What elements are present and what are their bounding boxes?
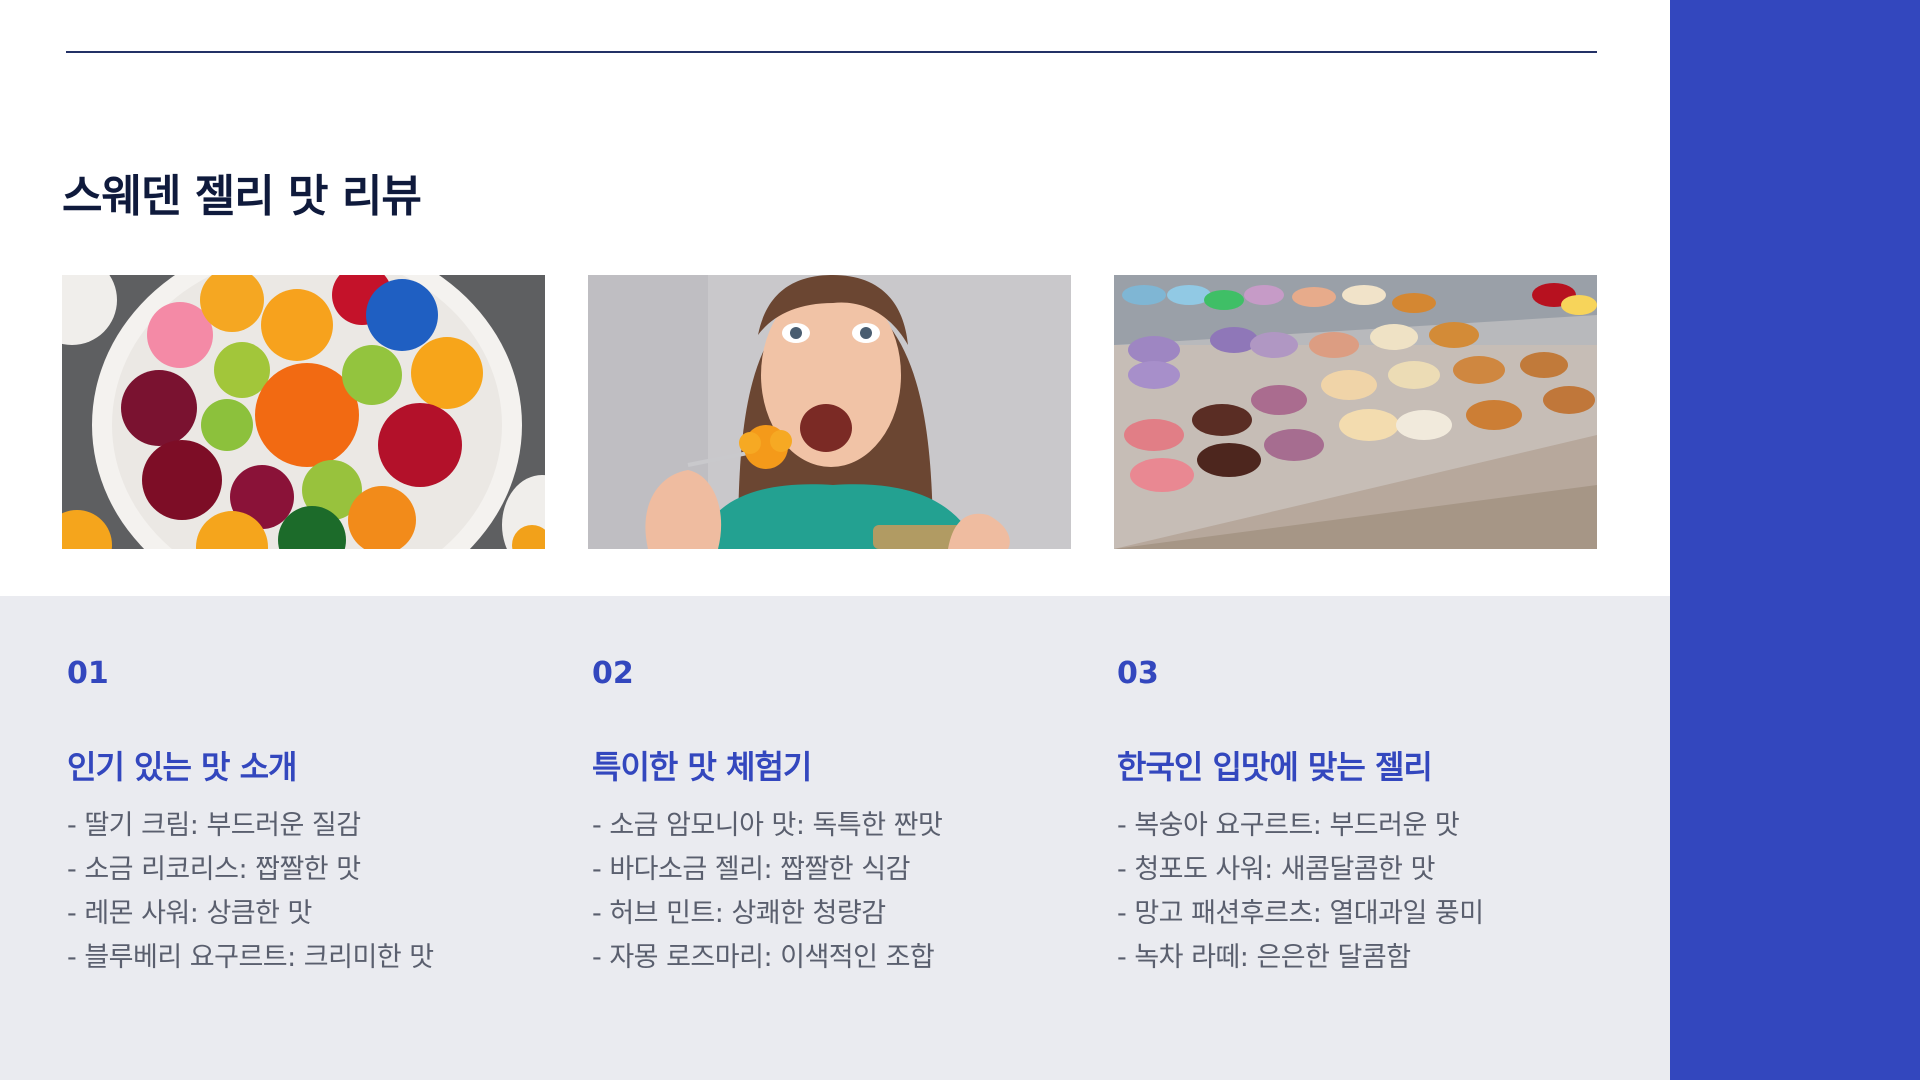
list-item: - 소금 리코리스: 짭짤한 맛 — [67, 854, 361, 885]
column-list: - 딸기 크림: 부드러운 질감 - 소금 리코리스: 짭짤한 맛 - 레몬 사… — [67, 804, 434, 980]
list-item: - 레몬 사워: 상큼한 맛 — [67, 898, 312, 929]
column-list: - 소금 암모니아 맛: 독특한 짠맛 - 바다소금 젤리: 짭짤한 식감 - … — [592, 804, 943, 980]
page-title: 스웨덴 젤리 맛 리뷰 — [62, 171, 422, 222]
accent-side-band — [1670, 0, 1920, 1080]
list-item: - 블루베리 요구르트: 크리미한 맛 — [67, 942, 434, 973]
slide: 스웨덴 젤리 맛 리뷰 01 인기 있는 맛 소개 - 딸기 크림: 부드러운 … — [0, 0, 1920, 1080]
column-heading: 한국인 입맛에 맞는 젤리 — [1117, 748, 1433, 786]
column-number: 03 — [1117, 656, 1159, 691]
column-list: - 복숭아 요구르트: 부드러운 맛 - 청포도 사워: 새콤달콤한 맛 - 망… — [1117, 804, 1484, 980]
list-item: - 바다소금 젤리: 짭짤한 식감 — [592, 854, 910, 885]
column-heading: 인기 있는 맛 소개 — [67, 748, 298, 786]
top-divider — [66, 51, 1597, 53]
column-number: 02 — [592, 656, 634, 691]
list-item: - 허브 민트: 상쾌한 청량감 — [592, 898, 886, 929]
list-item: - 자몽 로즈마리: 이색적인 조합 — [592, 942, 935, 973]
colorful-jelly-candies-plate-image — [62, 275, 545, 549]
column-number: 01 — [67, 656, 109, 691]
list-item: - 청포도 사워: 새콤달콤한 맛 — [1117, 854, 1435, 885]
surprised-woman-tasting-jelly-image — [588, 275, 1071, 549]
list-item: - 딸기 크림: 부드러운 질감 — [67, 810, 361, 841]
list-item: - 망고 패션후르츠: 열대과일 풍미 — [1117, 898, 1484, 929]
column-heading: 특이한 맛 체험기 — [592, 748, 812, 786]
list-item: - 복숭아 요구르트: 부드러운 맛 — [1117, 810, 1460, 841]
macarons-display-tray-image — [1114, 275, 1597, 549]
list-item: - 녹차 라떼: 은은한 달콤함 — [1117, 942, 1411, 973]
list-item: - 소금 암모니아 맛: 독특한 짠맛 — [592, 810, 943, 841]
